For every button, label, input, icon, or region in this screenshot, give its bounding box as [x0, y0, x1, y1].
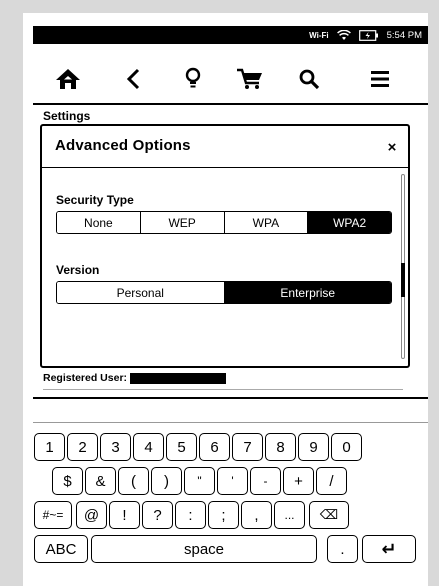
cart-icon [237, 68, 262, 89]
menu-button[interactable] [358, 57, 402, 101]
key-slash[interactable]: / [316, 467, 347, 495]
home-button[interactable] [46, 57, 90, 101]
key-6[interactable]: 6 [199, 433, 230, 461]
keyboard-top-rule [33, 422, 428, 423]
backspace-key[interactable]: ⌫ [309, 501, 349, 529]
version-label: Version [56, 263, 100, 277]
registered-user: Registered User: [43, 372, 227, 384]
key-symbols[interactable]: #~= [34, 501, 72, 529]
security-type-label: Security Type [56, 193, 134, 207]
menu-icon [371, 71, 389, 87]
toolbar-divider [33, 103, 428, 105]
key-colon[interactable]: : [175, 501, 206, 529]
key-apostrophe[interactable]: ' [217, 467, 248, 495]
key-dollar[interactable]: $ [52, 467, 83, 495]
key-at[interactable]: @ [76, 501, 107, 529]
key-9[interactable]: 9 [298, 433, 329, 461]
back-icon [126, 68, 140, 90]
scroll-thumb[interactable] [401, 263, 405, 297]
page-title: Settings [43, 109, 91, 123]
dialog-scrollbar[interactable] [401, 174, 405, 359]
registered-user-redacted [130, 372, 227, 384]
version-option-personal[interactable]: Personal [57, 282, 224, 303]
light-button[interactable] [171, 57, 215, 101]
key-0[interactable]: 0 [331, 433, 362, 461]
key-abc[interactable]: ABC [34, 535, 88, 563]
security-option-wep[interactable]: WEP [139, 212, 224, 233]
back-button[interactable] [111, 57, 155, 101]
dialog-header: Advanced Options × [42, 126, 408, 168]
enter-key[interactable]: ↵ [362, 535, 416, 563]
key-1[interactable]: 1 [34, 433, 65, 461]
wifi-label: Wi-Fi [309, 30, 329, 40]
keyboard-divider [33, 397, 428, 399]
key-8[interactable]: 8 [265, 433, 296, 461]
key-5[interactable]: 5 [166, 433, 197, 461]
security-option-none[interactable]: None [57, 212, 140, 233]
key-exclamation[interactable]: ! [109, 501, 140, 529]
battery-icon [358, 29, 379, 41]
clock: 5:54 PM [386, 29, 422, 41]
version-selector: Personal Enterprise [56, 281, 392, 304]
key-period[interactable]: . [327, 535, 358, 563]
version-option-enterprise[interactable]: Enterprise [223, 282, 391, 303]
key-hyphen[interactable]: - [250, 467, 281, 495]
wifi-icon [336, 29, 351, 41]
advanced-options-dialog: Advanced Options × Security Type None WE… [40, 124, 410, 368]
security-option-wpa2[interactable]: WPA2 [307, 212, 391, 233]
security-option-wpa[interactable]: WPA [223, 212, 308, 233]
key-double-quote[interactable]: " [184, 467, 215, 495]
key-ampersand[interactable]: & [85, 467, 116, 495]
search-icon [299, 69, 320, 90]
key-2[interactable]: 2 [67, 433, 98, 461]
key-close-paren[interactable]: ) [151, 467, 182, 495]
toolbar [23, 57, 428, 103]
status-bar: Wi-Fi 5:54 PM [33, 26, 428, 44]
key-7[interactable]: 7 [232, 433, 263, 461]
light-bulb-icon [185, 67, 201, 88]
home-icon [56, 69, 80, 89]
key-plus[interactable]: + [283, 467, 314, 495]
close-button[interactable]: × [382, 138, 402, 158]
security-type-selector: None WEP WPA WPA2 [56, 211, 392, 234]
space-key[interactable]: space [91, 535, 317, 563]
key-4[interactable]: 4 [133, 433, 164, 461]
store-button[interactable] [228, 57, 272, 101]
search-button[interactable] [287, 57, 331, 101]
key-open-paren[interactable]: ( [118, 467, 149, 495]
key-ellipsis[interactable]: ... [274, 501, 305, 529]
divider [43, 389, 403, 390]
key-semicolon[interactable]: ; [208, 501, 239, 529]
kindle-screen: Wi-Fi 5:54 PM Settings Advanced Options … [23, 13, 428, 586]
key-3[interactable]: 3 [100, 433, 131, 461]
dialog-title: Advanced Options [55, 137, 191, 154]
key-question[interactable]: ? [142, 501, 173, 529]
registered-user-label: Registered User: [43, 372, 128, 384]
key-comma[interactable]: , [241, 501, 272, 529]
